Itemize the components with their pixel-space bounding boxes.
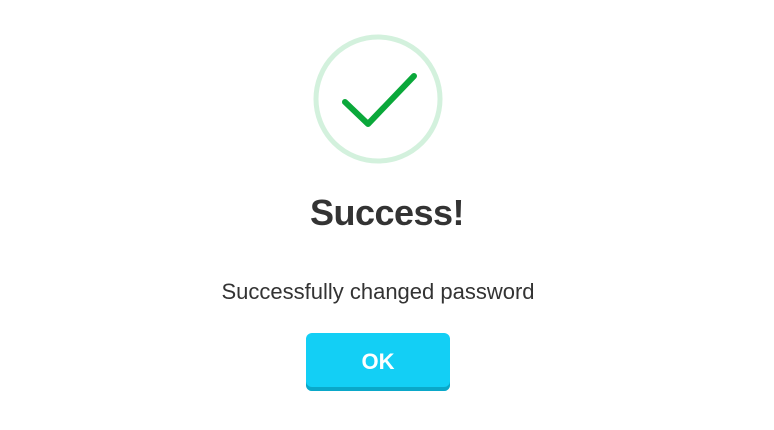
dialog-message: Successfully changed password (221, 279, 535, 304)
dialog-title: Success! (309, 192, 465, 233)
ok-button[interactable]: OK (306, 333, 450, 391)
success-dialog: Success! Successfully changed password O… (0, 0, 774, 430)
success-checkmark-icon (312, 33, 444, 165)
